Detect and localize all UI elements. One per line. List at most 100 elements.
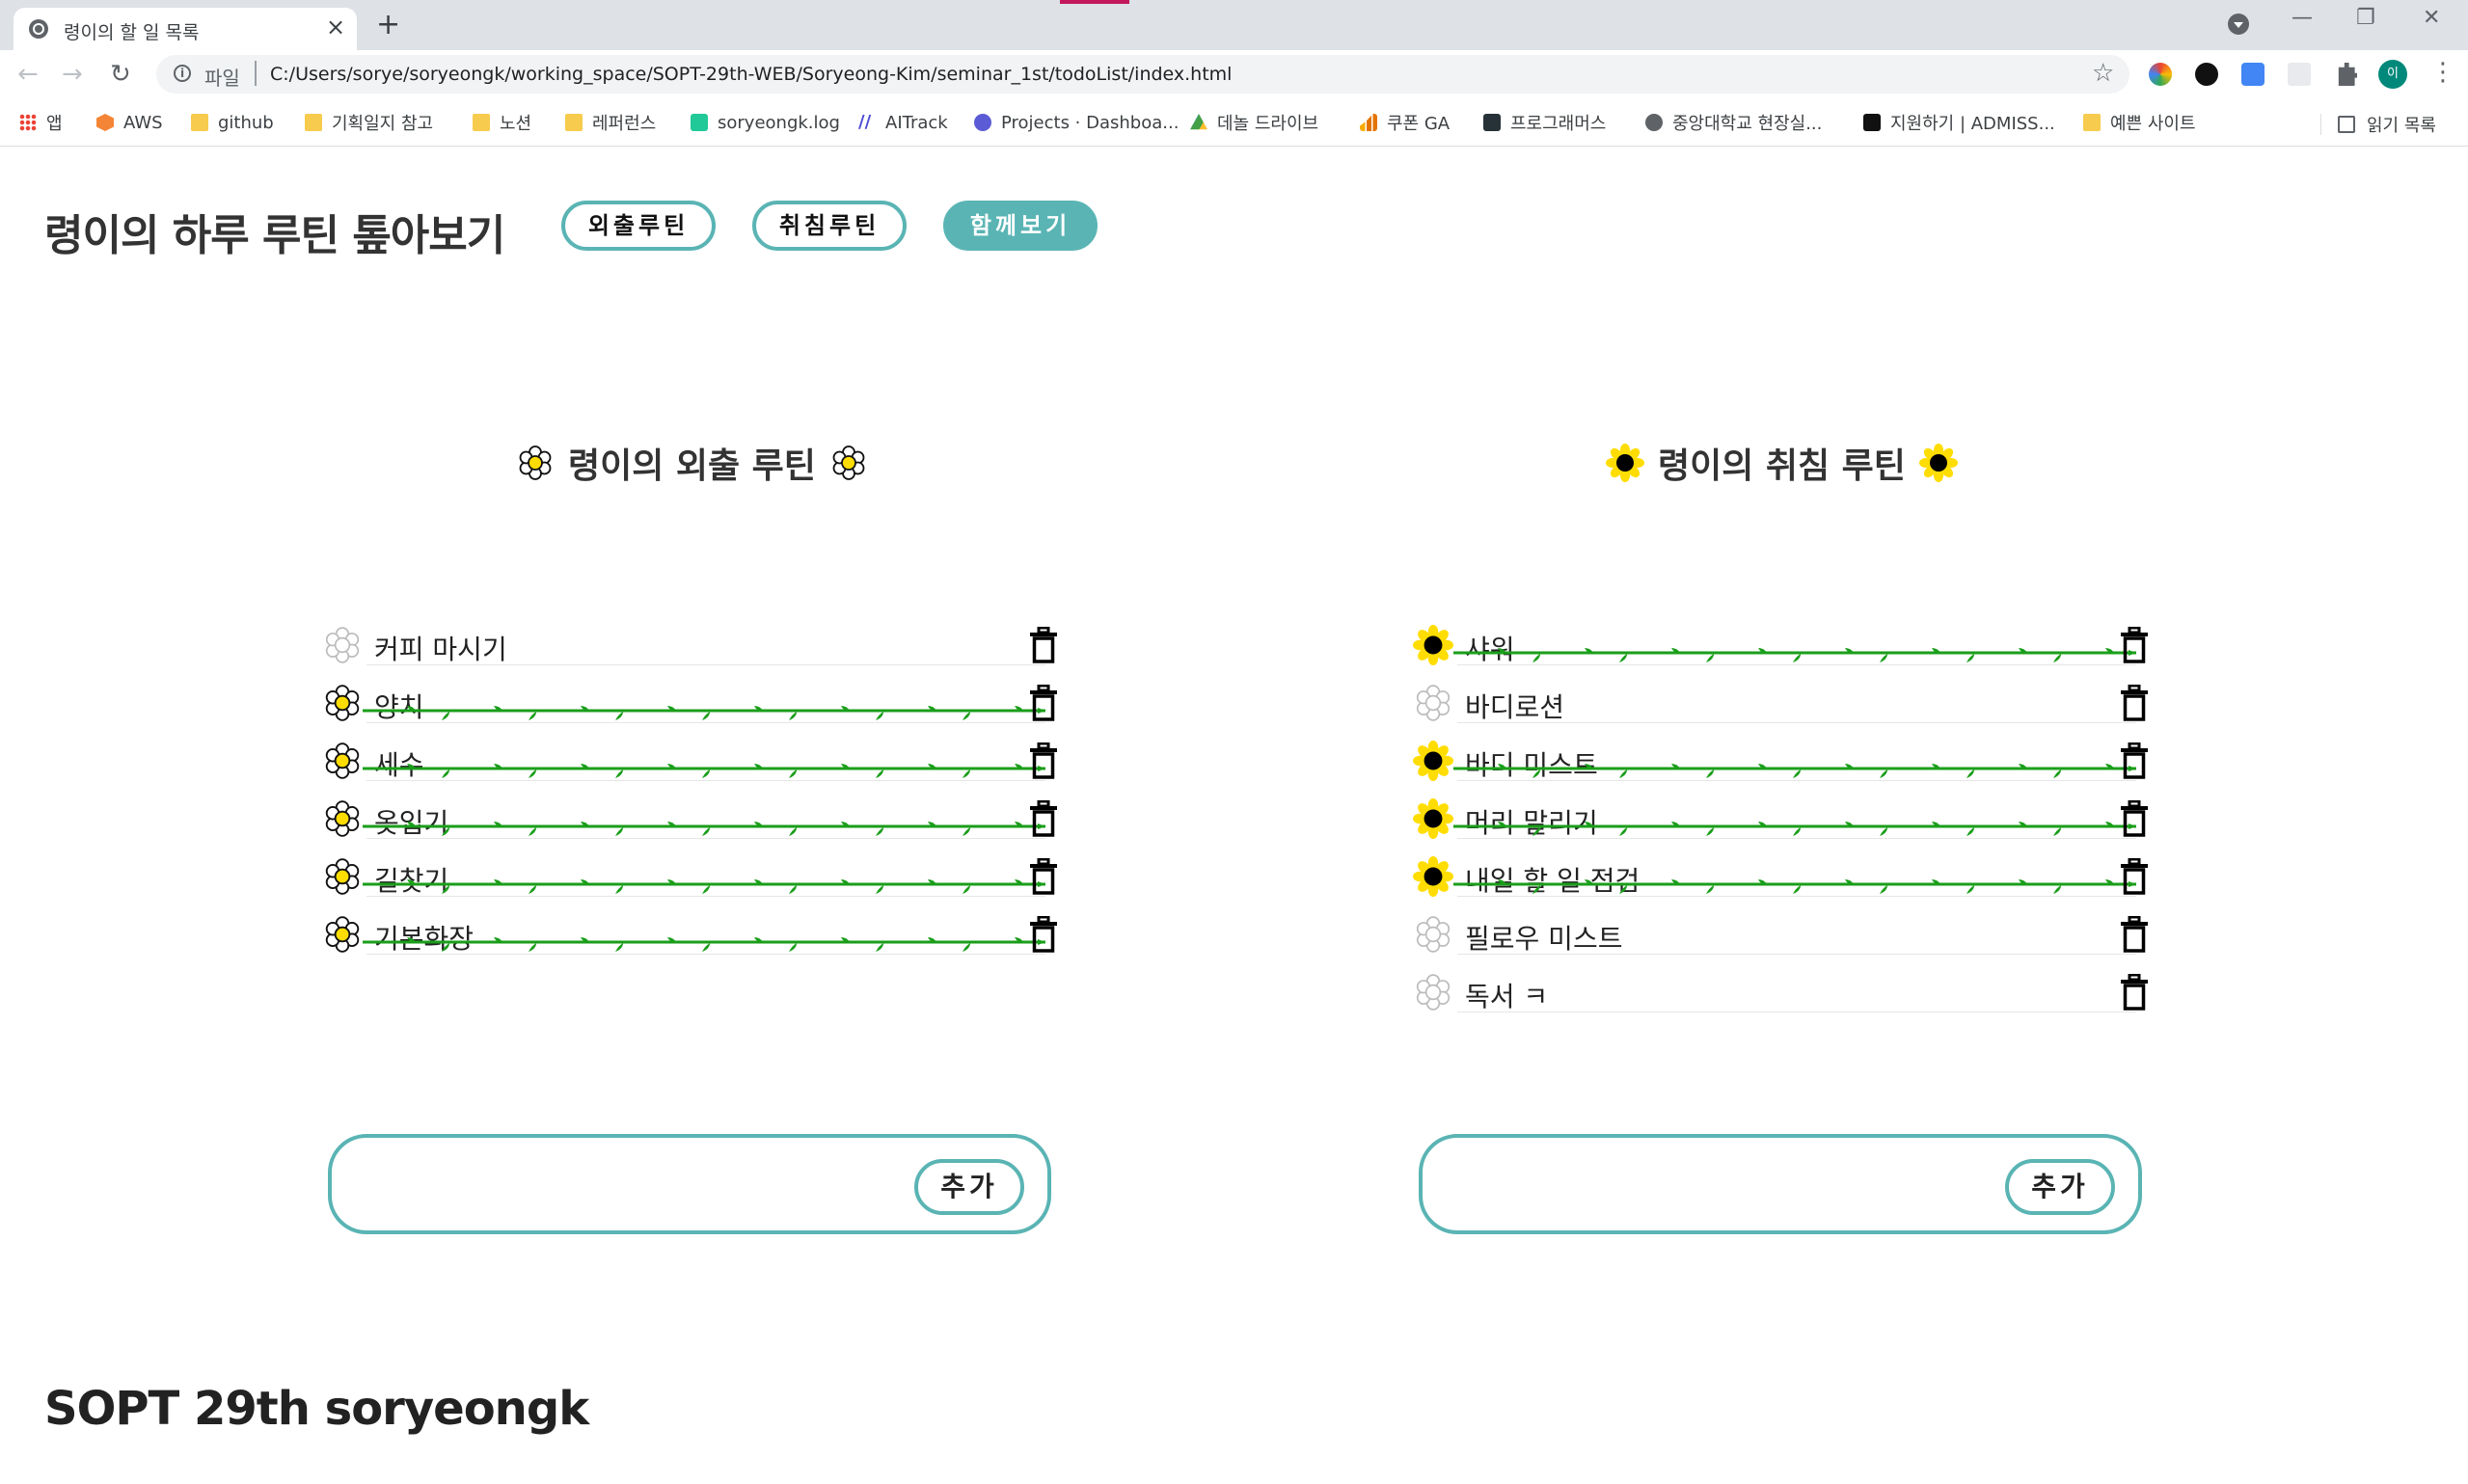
todo-text: 커피 마시기 xyxy=(374,634,507,665)
daisy-flower-icon xyxy=(829,444,868,482)
profile-avatar[interactable]: 이 xyxy=(2378,60,2407,89)
folder-icon xyxy=(565,114,583,131)
sleep-routine-button[interactable]: 취침루틴 xyxy=(752,201,907,251)
blank-extension-icon[interactable] xyxy=(2288,63,2311,86)
reading-list[interactable]: 읽기 목록 xyxy=(2338,112,2436,137)
todo-item[interactable]: 길찾기 xyxy=(322,849,1055,906)
info-icon[interactable]: i xyxy=(174,65,191,82)
trash-icon[interactable] xyxy=(2121,800,2148,837)
bookmark-coupon-ga[interactable]: 쿠폰 GA xyxy=(1360,112,1450,134)
browser-tab[interactable]: 령이의 할 일 목록 × xyxy=(14,8,357,50)
bookmarks-divider xyxy=(2320,114,2321,135)
sleep-input-box: 추가 xyxy=(1419,1134,2142,1234)
daisy-flower-icon[interactable] xyxy=(322,856,363,897)
trash-icon[interactable] xyxy=(2121,627,2148,663)
bookmark-pretty-sites[interactable]: 예쁜 사이트 xyxy=(2083,112,2196,134)
sunflower-icon[interactable] xyxy=(1413,856,1453,897)
outing-todo-input[interactable] xyxy=(361,1161,905,1209)
trash-icon[interactable] xyxy=(1030,742,1057,779)
empty-flower-icon[interactable] xyxy=(322,625,363,665)
reload-icon[interactable]: ↻ xyxy=(110,60,131,89)
color-picker-extension-icon[interactable] xyxy=(2149,63,2172,86)
sunflower-icon xyxy=(1919,444,1958,482)
todo-item[interactable]: 바디 미스트 xyxy=(1413,733,2146,791)
bookmark-apps[interactable]: 앱 xyxy=(19,112,63,134)
bookmark-notion[interactable]: 노션 xyxy=(473,112,531,134)
bookmark-drive[interactable]: 데놀 드라이브 xyxy=(1190,112,1318,134)
bookmark-projects[interactable]: Projects · Dashboa... xyxy=(974,112,1179,133)
minimize-button[interactable]: — xyxy=(2292,8,2313,29)
trash-icon[interactable] xyxy=(1030,800,1057,837)
openai-extension-icon[interactable] xyxy=(2195,63,2218,86)
globe-icon xyxy=(29,19,48,39)
bookmark-references[interactable]: 레퍼런스 xyxy=(565,112,656,134)
daisy-flower-icon[interactable] xyxy=(322,798,363,839)
address-bar[interactable]: i 파일 C:/Users/sorye/soryeongk/working_sp… xyxy=(156,55,2129,94)
vine-strikethrough xyxy=(1453,868,2136,897)
todo-item[interactable]: 커피 마시기 xyxy=(322,617,1055,675)
translate-extension-icon[interactable] xyxy=(2241,63,2265,86)
page-content: 령이의 하루 루틴 톺아보기 외출루틴 취침루틴 함께보기 령이의 외출 루틴 … xyxy=(0,147,2468,1484)
trash-icon[interactable] xyxy=(1030,858,1057,895)
todo-item[interactable]: 머리 말리기 xyxy=(1413,791,2146,849)
close-window-button[interactable]: ✕ xyxy=(2423,8,2440,29)
aws-icon xyxy=(96,114,114,131)
todo-item[interactable]: 내일 할 일 점검 xyxy=(1413,849,2146,906)
bookmark-cau[interactable]: 중앙대학교 현장실... xyxy=(1645,112,1822,134)
vine-strikethrough xyxy=(363,752,1045,781)
todo-item[interactable]: 옷입기 xyxy=(322,791,1055,849)
bookmark-programmers[interactable]: 프로그래머스 xyxy=(1483,112,1606,134)
bookmark-admiss[interactable]: 지원하기 | ADMISS... xyxy=(1863,112,2055,134)
folder-icon xyxy=(191,114,208,131)
outing-routine-button[interactable]: 외출루틴 xyxy=(561,201,716,251)
sunflower-icon[interactable] xyxy=(1413,625,1453,665)
daisy-flower-icon[interactable] xyxy=(322,741,363,781)
bookmark-aws[interactable]: AWS xyxy=(96,112,163,133)
trash-icon[interactable] xyxy=(2121,916,2148,953)
reading-list-icon xyxy=(2338,116,2355,133)
empty-flower-icon[interactable] xyxy=(1413,972,1453,1012)
trash-icon[interactable] xyxy=(2121,685,2148,721)
sleep-todo-input[interactable] xyxy=(1451,1161,1995,1209)
todo-text: 독서 ㅋ xyxy=(1465,981,1549,1012)
bookmark-velog[interactable]: soryeongk.log xyxy=(691,112,840,133)
bookmark-star-icon[interactable]: ☆ xyxy=(2092,59,2114,88)
todo-item[interactable]: 바디로션 xyxy=(1413,675,2146,733)
browser-menu-icon[interactable]: ⋮ xyxy=(2430,58,2455,87)
trash-icon[interactable] xyxy=(1030,627,1057,663)
trash-icon[interactable] xyxy=(1030,685,1057,721)
sleep-todo-list: 샤워 바디로션 바디 미스트 머리 말리기 내일 할 일 점검 필로우 미스트독서 ㅋ xyxy=(1413,617,2146,1022)
daisy-flower-icon[interactable] xyxy=(322,914,363,955)
todo-item[interactable]: 세수 xyxy=(322,733,1055,791)
trash-icon[interactable] xyxy=(2121,974,2148,1011)
new-tab-button[interactable]: + xyxy=(376,8,400,42)
analytics-icon xyxy=(1360,114,1377,131)
url-text[interactable]: C:/Users/sorye/soryeongk/working_space/S… xyxy=(270,64,1232,85)
back-arrow-icon[interactable]: ← xyxy=(17,60,39,89)
trash-icon[interactable] xyxy=(1030,916,1057,953)
todo-item[interactable]: 샤워 xyxy=(1413,617,2146,675)
bookmark-github[interactable]: github xyxy=(191,112,274,133)
bookmark-planning[interactable]: 기획일지 참고 xyxy=(305,112,433,134)
sunflower-icon[interactable] xyxy=(1413,741,1453,781)
trash-icon[interactable] xyxy=(2121,858,2148,895)
bookmark-aitrack[interactable]: //AITrack xyxy=(858,112,948,133)
close-tab-icon[interactable]: × xyxy=(326,15,345,39)
empty-flower-icon[interactable] xyxy=(1413,683,1453,723)
trash-icon[interactable] xyxy=(2121,742,2148,779)
daisy-flower-icon[interactable] xyxy=(322,683,363,723)
forward-arrow-icon[interactable]: → xyxy=(62,60,83,89)
todo-item[interactable]: 독서 ㅋ xyxy=(1413,964,2146,1022)
outing-add-button[interactable]: 추가 xyxy=(914,1159,1024,1215)
todo-item[interactable]: 양치 xyxy=(322,675,1055,733)
page-title: 령이의 하루 루틴 톺아보기 xyxy=(44,211,505,260)
sleep-add-button[interactable]: 추가 xyxy=(2005,1159,2115,1215)
view-together-button[interactable]: 함께보기 xyxy=(943,201,1098,251)
restore-button[interactable]: ❐ xyxy=(2356,8,2375,29)
todo-item[interactable]: 기본화장 xyxy=(322,906,1055,964)
tab-search-icon[interactable] xyxy=(2228,13,2249,35)
sunflower-icon[interactable] xyxy=(1413,798,1453,839)
todo-item[interactable]: 필로우 미스트 xyxy=(1413,906,2146,964)
empty-flower-icon[interactable] xyxy=(1413,914,1453,955)
row-underline xyxy=(1457,954,2136,955)
